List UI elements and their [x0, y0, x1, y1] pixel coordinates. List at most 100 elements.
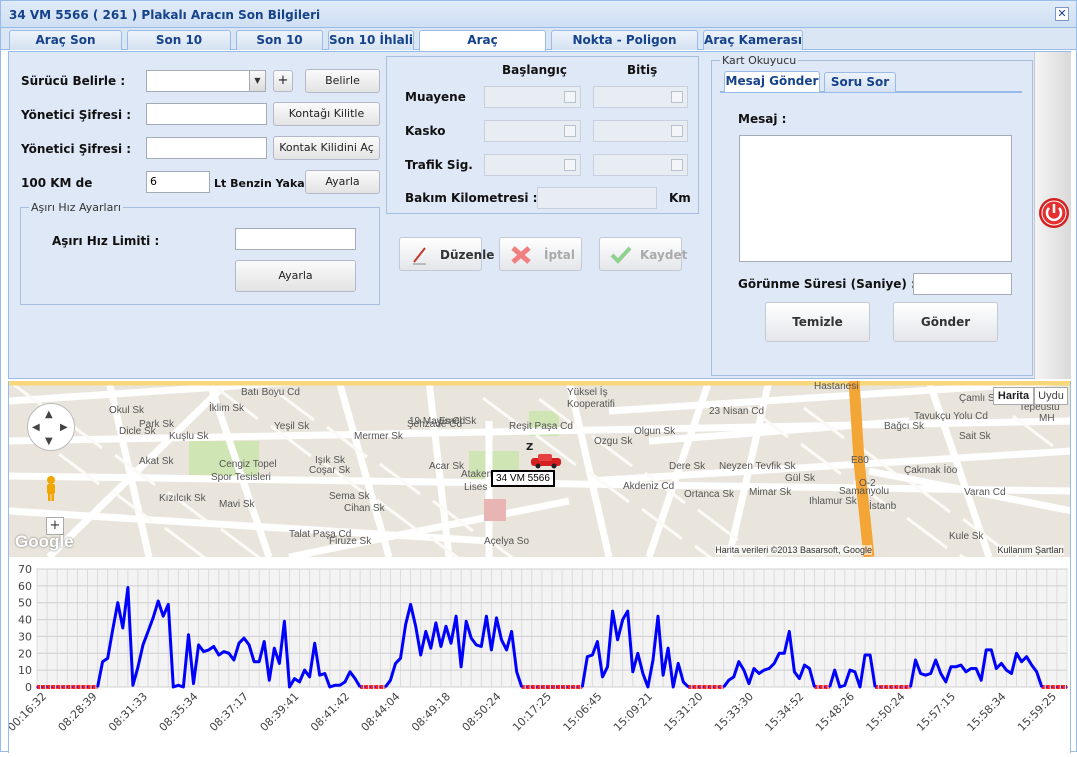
chart-point: [904, 686, 907, 688]
send-button[interactable]: Gönder: [893, 302, 998, 342]
chart-x-tick-label: 15:50:24: [863, 690, 907, 734]
map-view[interactable]: Hastanesi Yüksel İş Kooperatifi Talat Paşa …: [8, 381, 1071, 557]
chart-point: [81, 686, 84, 688]
map-label: Gül Sk: [785, 473, 816, 484]
power-icon[interactable]: [1038, 197, 1070, 229]
chart-point: [228, 652, 230, 655]
map-label: Neyzen Tevfik Sk: [719, 461, 796, 472]
chart-point: [939, 672, 942, 675]
edit-button[interactable]: Düzenle: [399, 237, 494, 271]
casco-start-date[interactable]: [484, 120, 581, 142]
street-view-pegman-icon[interactable]: [44, 476, 58, 502]
inspection-end-date[interactable]: [593, 86, 688, 108]
assign-driver-button[interactable]: Belirle: [305, 69, 380, 93]
chart-point: [995, 667, 998, 670]
chart-x-tick-label: 08:35:34: [156, 690, 200, 734]
pan-left-icon[interactable]: ◀: [32, 422, 40, 433]
tab-last-10-parks[interactable]: Son 10 Parkı: [236, 30, 323, 65]
pan-up-icon[interactable]: ▲: [45, 409, 53, 420]
speed-limit-field[interactable]: [235, 228, 356, 250]
cancel-button[interactable]: İptal: [499, 237, 582, 271]
chart-point: [1005, 669, 1008, 671]
fuel-set-button[interactable]: Ayarla: [305, 170, 380, 194]
chart-point: [551, 686, 553, 688]
chart-point: [137, 665, 139, 668]
close-icon[interactable]: ✕: [1055, 7, 1069, 21]
chart-point: [495, 617, 498, 619]
chart-point: [207, 649, 210, 651]
chart-point: [182, 686, 185, 688]
calendar-icon[interactable]: [671, 91, 683, 103]
tab-last-10-violations[interactable]: Son 10 İhlali: [328, 30, 414, 50]
traffic-insurance-start-date[interactable]: [484, 154, 581, 176]
display-duration-field[interactable]: [913, 273, 1012, 295]
speed-set-button[interactable]: Ayarla: [235, 260, 356, 292]
chart-point: [298, 681, 301, 683]
chart-point: [783, 652, 786, 655]
lock-ignition-button[interactable]: Kontağı Kilitle: [273, 102, 380, 126]
calendar-icon[interactable]: [671, 159, 683, 171]
chart-point: [258, 660, 260, 663]
map-type-map-button[interactable]: Harita: [993, 387, 1034, 405]
chart-point: [637, 652, 639, 655]
pan-down-icon[interactable]: ▼: [45, 436, 53, 447]
inspection-start-date[interactable]: [484, 86, 581, 108]
tab-vehicle-definitions[interactable]: Araç Tanımlamaları: [419, 30, 546, 65]
map-label: Hastanesi: [814, 381, 859, 392]
admin-password-field-2[interactable]: [146, 137, 267, 159]
chart-point: [864, 654, 866, 656]
map-label: O-2: [859, 478, 876, 489]
fuel-consumption-field[interactable]: 6: [146, 171, 210, 193]
save-button[interactable]: Kaydet: [599, 237, 687, 271]
chart-y-tick-label: 40: [18, 614, 32, 627]
message-textarea[interactable]: [739, 135, 1012, 262]
admin-password-label-1: Yönetici Şifresi :: [21, 108, 132, 122]
pan-right-icon[interactable]: ▶: [60, 422, 68, 433]
chevron-down-icon[interactable]: ▼: [249, 71, 265, 91]
unlock-ignition-button[interactable]: Kontak Kilidini Aç: [273, 136, 380, 160]
chart-point: [657, 615, 659, 617]
calendar-icon[interactable]: [564, 91, 576, 103]
calendar-icon[interactable]: [564, 125, 576, 137]
tab-ask-question[interactable]: Soru Sor: [824, 72, 896, 92]
maintenance-km-field[interactable]: [537, 187, 657, 209]
driver-select[interactable]: ▼: [146, 70, 266, 92]
window-titlebar: 34 VM 5566 ( 261 ) Plakalı Aracın Son Bi…: [1, 1, 1076, 28]
map-type-satellite-button[interactable]: Uydu: [1034, 387, 1068, 405]
tab-vehicle-last-info[interactable]: Araç Son Bilgileri: [9, 30, 122, 65]
traffic-insurance-end-date[interactable]: [593, 154, 688, 176]
clear-button[interactable]: Temizle: [765, 302, 870, 342]
chart-point: [157, 600, 159, 602]
calendar-icon[interactable]: [671, 125, 683, 137]
chart-x-tick-label: 08:39:41: [257, 690, 301, 734]
map-label: Açelya So: [484, 536, 530, 547]
casco-end-date[interactable]: [593, 120, 688, 142]
map-label: İklim Sk: [209, 403, 244, 414]
chart-x-tick-label: 15:34:52: [762, 690, 806, 734]
chart-point: [955, 665, 957, 668]
add-driver-button[interactable]: +: [273, 70, 293, 92]
chart-point: [541, 686, 543, 688]
chart-point: [687, 686, 690, 688]
chart-point: [278, 662, 281, 665]
tab-last-10-locations[interactable]: Son 10 Konumu: [127, 30, 231, 65]
admin-password-field-1[interactable]: [146, 103, 267, 125]
map-terms-link[interactable]: Kullanım Şartları: [997, 545, 1064, 555]
map-label: Ihlamur Sk: [809, 496, 857, 507]
chart-point: [369, 686, 372, 688]
tab-point-polygon-send[interactable]: Nokta - Poligon Gönder: [551, 30, 698, 65]
start-header: Başlangıç: [502, 63, 567, 77]
chart-point: [414, 625, 417, 628]
tab-send-message[interactable]: Mesaj Gönder: [724, 71, 820, 92]
chart-point: [1025, 655, 1028, 658]
tab-vehicle-camera[interactable]: Araç Kamerası: [703, 30, 803, 50]
pan-control[interactable]: ▲ ▼ ◀ ▶: [27, 403, 75, 451]
traffic-insurance-label: Trafik Sig.: [405, 158, 473, 172]
chart-point: [162, 615, 165, 617]
chart-point: [844, 684, 846, 687]
chart-point: [778, 652, 781, 655]
fuel-prefix-label: 100 KM de: [21, 176, 93, 190]
chart-point: [424, 630, 427, 633]
chart-point: [626, 610, 629, 612]
calendar-icon[interactable]: [564, 159, 576, 171]
